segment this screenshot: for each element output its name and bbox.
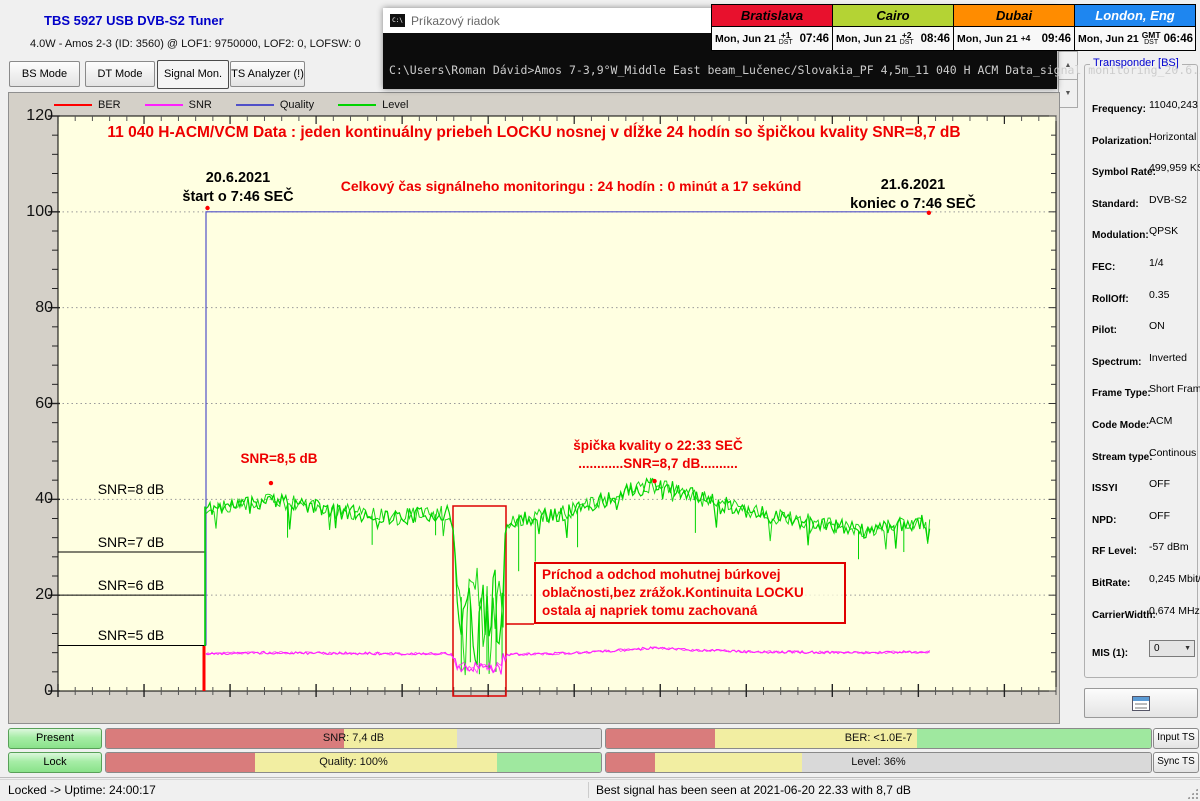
snr-ref-label: SNR=7 dB [56, 534, 206, 550]
lock-button[interactable]: Lock [8, 752, 102, 773]
signal-chart: BERSNRQualityLevel 020406080100120 SNR=8… [8, 92, 1060, 724]
clock-city: Cairo [833, 5, 953, 27]
y-tick-label: 0 [13, 682, 53, 700]
best-signal-status: Best signal has been seen at 2021-06-20 … [596, 783, 911, 797]
ts-dialog-button[interactable] [1084, 688, 1198, 718]
transponder-field: Frequency:11040,243 MHz [1085, 99, 1197, 131]
transponder-field: BitRate:0,245 Mbit/s [1085, 573, 1197, 605]
transponder-field: Stream type:Continous [1085, 447, 1197, 479]
transponder-field: Symbol Rate:499,959 KS/s [1085, 162, 1197, 194]
world-clocks: BratislavaMon, Jun 21+1DST07:46CairoMon,… [712, 4, 1196, 51]
input-ts-button[interactable]: Input TS [1153, 728, 1199, 749]
divider [0, 777, 1200, 778]
clock-time: 06:46 [1164, 33, 1193, 45]
snr-bar: SNR: 7,4 dB [105, 728, 602, 749]
tuner-subtitle: 4.0W - Amos 2-3 (ID: 3560) @ LOF1: 97500… [30, 38, 361, 50]
clock-cairo: CairoMon, Jun 21+2DST08:46 [832, 4, 954, 51]
mis-label: MIS (1): [1092, 648, 1128, 659]
sync-ts-button[interactable]: Sync TS [1153, 752, 1199, 773]
storm-note-box: Príchod a odchod mohutnej búrkovej oblač… [534, 562, 846, 624]
y-tick-label: 80 [13, 299, 53, 317]
start-date-annotation: 20.6.2021 štart o 7:46 SEČ [138, 169, 338, 207]
clock-dubai: DubaiMon, Jun 21+409:46 [953, 4, 1075, 51]
transponder-field: ISSYIOFF [1085, 478, 1197, 510]
transponder-field: Standard:DVB-S2 [1085, 194, 1197, 226]
bar-value-text: Level: 36% [606, 753, 1151, 772]
transponder-field: RollOff:0.35 [1085, 289, 1197, 321]
status-bar: Locked -> Uptime: 24:00:17 Best signal h… [0, 779, 1200, 801]
transponder-fields: Frequency:11040,243 MHzPolarization:Hori… [1085, 99, 1197, 636]
transponder-panel: Transponder [BS] Frequency:11040,243 MHz… [1084, 64, 1198, 678]
bar-value-text: BER: <1.0E-7 [606, 729, 1151, 748]
level-bar: Level: 36% [605, 752, 1152, 773]
y-tick-label: 100 [13, 203, 53, 221]
bar-value-text: Quality: 100% [106, 753, 601, 772]
clock-bratislava: BratislavaMon, Jun 21+1DST07:46 [711, 4, 833, 51]
resize-grip[interactable] [1187, 788, 1198, 799]
clock-time: 07:46 [800, 33, 829, 45]
transponder-field: NPD:OFF [1085, 510, 1197, 542]
app-title: TBS 5927 USB DVB-S2 Tuner [44, 13, 224, 28]
chart-title: 11 040 H-ACM/VCM Data : jeden kontinuáln… [9, 124, 1059, 142]
y-tick-label: 60 [13, 395, 53, 413]
quality-bar: Quality: 100% [105, 752, 602, 773]
y-tick-label: 120 [13, 107, 53, 125]
clock-time: 08:46 [921, 33, 950, 45]
transponder-field: Code Mode:ACM [1085, 415, 1197, 447]
tab-dt-mode[interactable]: DT Mode [85, 61, 155, 87]
streams-icon [1132, 696, 1150, 711]
scroll-down-button[interactable]: ▼ [1058, 79, 1078, 108]
snr-ref-label: SNR=5 dB [56, 627, 206, 643]
tab-bs-mode[interactable]: BS Mode [9, 61, 80, 87]
transponder-field: Polarization:Horizontal [1085, 131, 1197, 163]
chevron-down-icon: ▼ [1184, 641, 1191, 657]
clock-city: Bratislava [712, 5, 832, 27]
clock-city: London, Eng [1075, 5, 1195, 27]
transponder-field: Pilot:ON [1085, 320, 1197, 352]
uptime-status: Locked -> Uptime: 24:00:17 [8, 783, 156, 797]
clock-london-eng: London, EngMon, Jun 21GMTDST06:46 [1074, 4, 1196, 51]
transponder-field: FEC:1/4 [1085, 257, 1197, 289]
clock-city: Dubai [954, 5, 1074, 27]
cmd-title: Príkazový riadok [411, 14, 500, 28]
cmd-icon: C:\ [390, 14, 405, 27]
transponder-field: Frame Type:Short Frame [1085, 383, 1197, 415]
snr-85-annotation: SNR=8,5 dB [199, 451, 359, 466]
peak-quality-annotation: špička kvality o 22:33 SEČ ............S… [508, 437, 808, 473]
transponder-field: CarrierWidth:0,674 MHz [1085, 605, 1197, 637]
transponder-field: Modulation:QPSK [1085, 225, 1197, 257]
end-date-annotation: 21.6.2021 koniec o 7:46 SEČ [813, 176, 1013, 214]
ber-bar: BER: <1.0E-7 [605, 728, 1152, 749]
tab-signal-mon-[interactable]: Signal Mon. [157, 60, 229, 89]
mis-row: MIS (1): 0 ▼ [1092, 643, 1192, 661]
tab-ts-analyzer-[interactable]: TS Analyzer (!) [230, 61, 305, 87]
present-button[interactable]: Present [8, 728, 102, 749]
snr-ref-label: SNR=6 dB [56, 577, 206, 593]
clock-time: 09:46 [1042, 33, 1071, 45]
y-tick-label: 40 [13, 490, 53, 508]
total-time-annotation: Celkový čas signálneho monitoringu : 24 … [321, 178, 821, 194]
y-tick-label: 20 [13, 586, 53, 604]
divider [588, 782, 589, 798]
snr-ref-label: SNR=8 dB [56, 481, 206, 497]
transponder-field: RF Level:-57 dBm [1085, 541, 1197, 573]
mis-dropdown[interactable]: 0 ▼ [1149, 640, 1195, 657]
bar-value-text: SNR: 7,4 dB [106, 729, 601, 748]
transponder-field: Spectrum:Inverted [1085, 352, 1197, 384]
